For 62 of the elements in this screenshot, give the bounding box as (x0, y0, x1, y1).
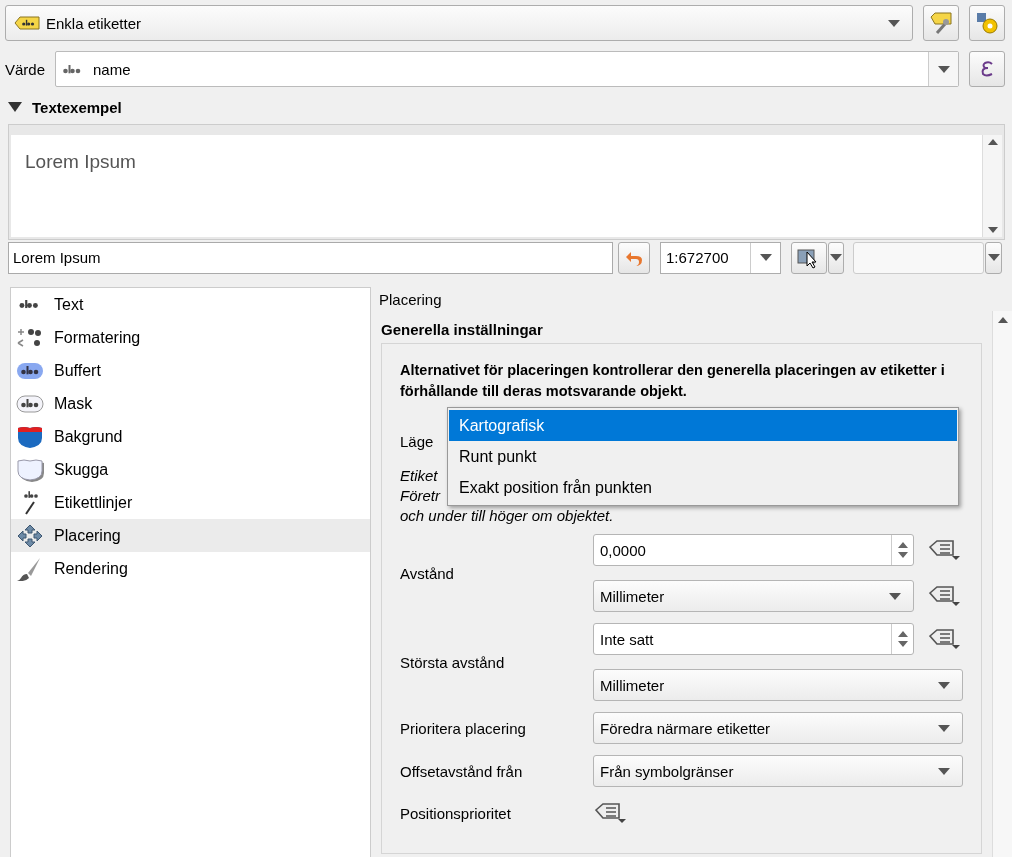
caret-icon (830, 254, 842, 261)
menu-option[interactable]: Kartografisk (449, 410, 957, 441)
preview-text-field[interactable]: Lorem Ipsum (8, 241, 613, 274)
hint-text: Etiket (400, 467, 438, 484)
preview-text: Lorem Ipsum (25, 151, 136, 172)
map-pointer-button[interactable] (791, 241, 827, 274)
hint-text: Företr (400, 487, 440, 504)
spin-arrows-icon (897, 630, 908, 648)
spin-box[interactable]: 0,0000 (593, 534, 914, 566)
data-defined-icon (928, 626, 962, 652)
data-defined-icon (594, 800, 628, 826)
menu-option[interactable]: Runt punkt (449, 441, 957, 472)
caret-icon (759, 254, 772, 261)
shadow-icon (16, 457, 44, 482)
scroll-down-icon[interactable] (987, 227, 998, 233)
data-defined-icon (928, 583, 962, 609)
label-wrench-icon (929, 11, 953, 35)
field-label: Avstånd (400, 564, 454, 582)
background-icon (16, 424, 44, 449)
menu-option[interactable]: Exakt position från punkten (449, 472, 957, 503)
spin-box[interactable]: Inte satt (593, 623, 914, 655)
field-label: Prioritera placering (400, 719, 526, 737)
value-label: Värde (5, 60, 46, 78)
scale-dropdown[interactable]: 1:672700 (660, 241, 781, 274)
data-defined-icon (928, 537, 962, 563)
caret-icon (937, 65, 950, 73)
gear-icon (975, 11, 999, 35)
dropdown[interactable]: Föredra närmare etiketter (593, 712, 963, 744)
panel-title: Placering (379, 289, 443, 310)
reset-button[interactable] (618, 241, 650, 274)
caret-icon (938, 724, 950, 732)
section-item[interactable]: Placering (11, 519, 370, 552)
scroll-up-icon[interactable] (987, 139, 998, 145)
renderer-dropdown[interactable]: Enkla etiketter (5, 5, 913, 41)
dropdown[interactable]: Från symbolgränser (593, 755, 963, 787)
caret-icon (889, 592, 901, 600)
placement-icon (16, 523, 44, 548)
label-icon (14, 16, 40, 30)
dropdown-button[interactable] (828, 241, 844, 274)
settings-button[interactable] (969, 5, 1005, 41)
scroll-up-icon[interactable] (997, 317, 1008, 323)
description: Alternativet för placeringen kontrollerar den generella placeringen av etiketter i förhållande till deras motsvarande objekt. (400, 361, 946, 401)
field-label: Största avstånd (400, 653, 505, 671)
label-rules-button[interactable] (923, 5, 959, 41)
dropdown[interactable]: Millimeter (593, 669, 963, 701)
field-label: Positionsprioritet (400, 804, 511, 822)
spin-arrows-icon (897, 541, 908, 559)
caret-icon (938, 767, 950, 775)
caret-icon (888, 19, 900, 27)
epsilon-icon (979, 59, 995, 79)
collapse-icon[interactable] (8, 102, 22, 112)
section-title: Textexempel (32, 98, 122, 116)
hint-text: och under till höger om objektet. (400, 507, 614, 524)
expression-button[interactable] (969, 51, 1005, 87)
caret-icon (987, 254, 1000, 261)
dropdown-button[interactable] (985, 241, 1002, 274)
mode-label: Läge (400, 432, 434, 450)
dropdown[interactable]: Millimeter (593, 580, 914, 612)
value-field[interactable]: name (55, 51, 959, 87)
field-label: Offsetavstånd från (400, 762, 523, 780)
group-title: Generella inställningar (381, 321, 544, 338)
caret-icon (938, 681, 950, 689)
